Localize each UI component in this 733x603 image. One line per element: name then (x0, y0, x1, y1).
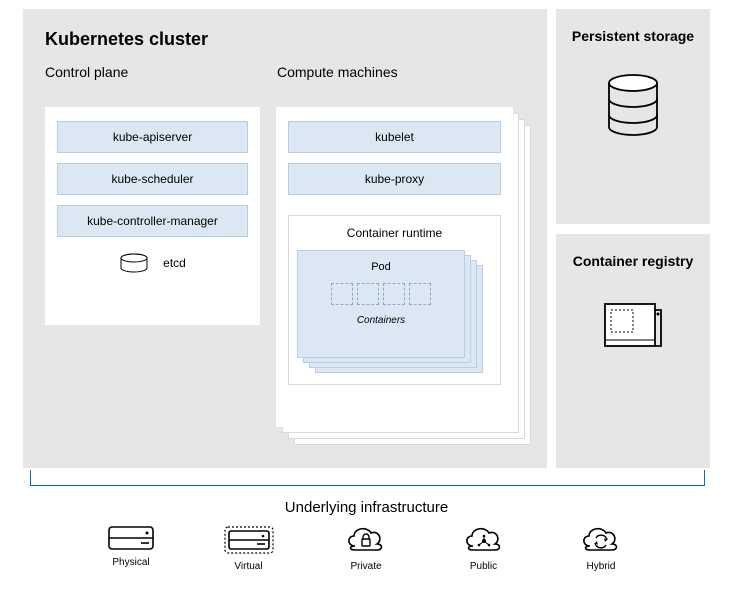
infra-label: Virtual (234, 561, 262, 572)
containers-label: Containers (357, 315, 405, 326)
container-registry-box: Container registry (556, 234, 710, 468)
infrastructure-row: Physical Virtual Private (86, 525, 646, 572)
container-registry-title: Container registry (573, 252, 694, 270)
container-runtime-title: Container runtime (297, 226, 492, 240)
compute-machines-stack: kubelet kube-proxy Container runtime Pod (276, 107, 531, 445)
kubelet: kubelet (288, 121, 501, 153)
infra-label: Hybrid (587, 561, 616, 572)
infrastructure-bracket (30, 470, 705, 486)
container-box (383, 283, 405, 305)
compute-machine-card: kubelet kube-proxy Container runtime Pod (276, 107, 513, 427)
infra-label: Private (350, 561, 381, 572)
cluster-title: Kubernetes cluster (45, 29, 533, 50)
virtual-server-icon (223, 525, 275, 555)
private-cloud-icon (343, 525, 389, 555)
kube-apiserver: kube-apiserver (57, 121, 248, 153)
control-plane-heading: Control plane (45, 64, 277, 80)
container-box (409, 283, 431, 305)
infra-label: Physical (112, 557, 149, 568)
infra-label: Public (470, 561, 497, 572)
infra-item-virtual: Virtual (204, 525, 294, 572)
pod-title: Pod (371, 261, 391, 273)
containers-row (331, 283, 431, 305)
infra-item-private: Private (321, 525, 411, 572)
kube-scheduler: kube-scheduler (57, 163, 248, 195)
cluster-subheadings: Control plane Compute machines (45, 64, 533, 80)
compute-machines-heading: Compute machines (277, 64, 398, 80)
container-box (331, 283, 353, 305)
hybrid-cloud-icon (578, 525, 624, 555)
infra-item-hybrid: Hybrid (556, 525, 646, 572)
etcd-row: etcd (57, 253, 248, 273)
kubernetes-cluster: Kubernetes cluster Control plane Compute… (23, 9, 547, 468)
registry-icon (602, 298, 664, 352)
container-box (357, 283, 379, 305)
control-plane-box: kube-apiserver kube-scheduler kube-contr… (45, 107, 260, 325)
container-runtime-box: Container runtime Pod Containers (288, 215, 501, 385)
pod-card: Pod Containers (297, 250, 465, 358)
kube-controller-manager: kube-controller-manager (57, 205, 248, 237)
persistent-storage-box: Persistent storage (556, 9, 710, 224)
kube-proxy: kube-proxy (288, 163, 501, 195)
persistent-storage-title: Persistent storage (572, 27, 694, 45)
pods-stack: Pod Containers (297, 250, 492, 372)
server-icon (107, 525, 155, 551)
infrastructure-title: Underlying infrastructure (0, 499, 733, 516)
database-icon (604, 73, 662, 137)
infra-item-physical: Physical (86, 525, 176, 572)
etcd-label: etcd (163, 256, 186, 270)
etcd-disk-icon (119, 253, 149, 273)
public-cloud-icon (461, 525, 507, 555)
infra-item-public: Public (439, 525, 529, 572)
